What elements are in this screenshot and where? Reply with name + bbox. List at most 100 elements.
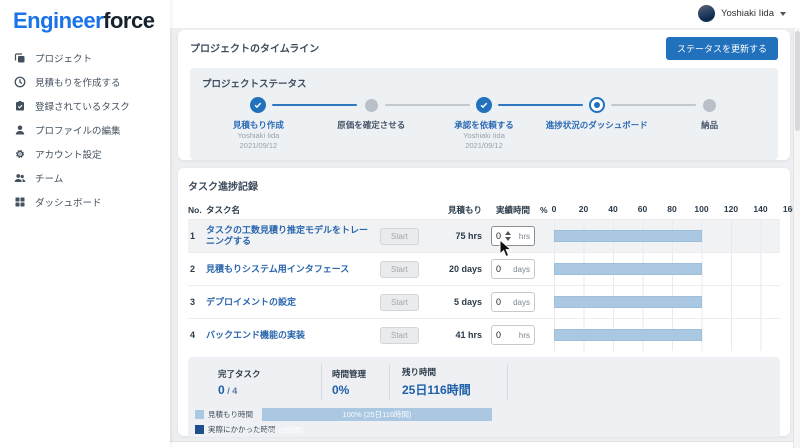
chart-axis: 0 20 40 60 80 100 120 140 160	[554, 204, 790, 216]
step-check-icon	[476, 97, 492, 113]
create-estimate-icon	[14, 76, 26, 88]
sidebar-item-registered-tasks[interactable]: 登録されているタスク	[0, 94, 170, 118]
task-estimate: 41 hrs	[440, 330, 486, 340]
sidebar-item-label: ダッシュボード	[35, 195, 102, 209]
user-avatar[interactable]	[698, 5, 715, 22]
task-no: 4	[188, 330, 206, 340]
completed-current: 0	[218, 383, 225, 397]
sidebar-item-label: 登録されているタスク	[35, 99, 130, 113]
actual-time-value: 0	[496, 330, 501, 340]
remaining-value: 25日116時間	[402, 381, 507, 398]
task-progress-card: タスク進捗記録 No. タスク名 見積もり 実績時間 % 0 20 40 60 …	[178, 168, 790, 436]
step-date: 2021/09/12	[465, 141, 503, 151]
sidebar-item-label: アカウント設定	[35, 147, 102, 161]
start-button[interactable]: Start	[380, 228, 419, 245]
actual-bar-text: 0% (0時間)	[266, 425, 303, 436]
user-name: Yoshiaki Iida	[721, 8, 774, 19]
summary-panel: 完了タスク 0 / 4 時間管理 0% 残り時間 25日116時間 見積もり時間…	[188, 357, 780, 437]
axis-tick: 20	[579, 204, 588, 214]
task-name-link[interactable]: タスクの工数見積り推定モデルをトレーニングする	[206, 225, 380, 247]
task-row: 4 バックエンド機能の実装 Start 41 hrs 0 hrs	[188, 318, 780, 351]
sidebar-item-projects[interactable]: プロジェクト	[0, 46, 170, 70]
task-row: 3 デプロイメントの設定 Start 5 days 0 days	[188, 285, 780, 318]
step-label: 原価を確定させる	[337, 119, 405, 131]
dashboard-icon	[14, 196, 26, 208]
task-estimate: 5 days	[440, 297, 486, 307]
axis-tick: 60	[638, 204, 647, 214]
task-estimate: 75 hrs	[440, 231, 486, 241]
legend-actual: 実際にかかった時間	[192, 424, 254, 435]
user-menu[interactable]: Yoshiaki Iida	[698, 5, 786, 22]
actual-time-input[interactable]: 0 hrs	[491, 226, 535, 246]
actual-time-input[interactable]: 0 hrs	[491, 325, 535, 345]
time-unit: hrs	[519, 331, 530, 340]
status-panel-title: プロジェクトステータス	[202, 76, 766, 90]
project-status-panel: プロジェクトステータス 見積もり作成 Yoshiaki Iida 2021/09…	[190, 68, 778, 160]
task-table-header: No. タスク名 見積もり 実績時間 % 0 20 40 60 80 100 1…	[188, 201, 780, 219]
actual-time-value: 0	[496, 264, 501, 274]
step-connector	[385, 104, 470, 106]
sidebar-item-label: プロファイルの編集	[35, 123, 121, 137]
task-no: 1	[188, 231, 206, 241]
team-icon	[14, 172, 26, 184]
step-connector	[611, 104, 696, 106]
sidebar-item-team[interactable]: チーム	[0, 166, 170, 190]
number-spinner[interactable]	[505, 231, 511, 241]
sidebar-item-account-settings[interactable]: アカウント設定	[0, 142, 170, 166]
start-button[interactable]: Start	[380, 327, 419, 344]
update-status-button[interactable]: ステータスを更新する	[666, 37, 778, 60]
step-label: 承認を依頼する	[454, 119, 514, 131]
task-name-link[interactable]: デプロイメントの設定	[206, 297, 380, 308]
col-name: タスク名	[206, 204, 380, 216]
gear-icon	[14, 148, 26, 160]
sidebar-item-create-estimate[interactable]: 見積もりを作成する	[0, 70, 170, 94]
legend-estimate-label: 見積もり時間	[208, 409, 253, 420]
step-assignee: Yoshiaki Iida	[463, 131, 505, 141]
actual-time-input[interactable]: 0 days	[491, 259, 535, 279]
scrollbar[interactable]	[793, 28, 800, 448]
legend-estimate-swatch-icon	[195, 410, 204, 419]
actual-time-input[interactable]: 0 days	[491, 292, 535, 312]
start-button[interactable]: Start	[380, 261, 419, 278]
brand-logo[interactable]: Engineerforce	[0, 0, 170, 46]
step-label: 見積もり作成	[233, 119, 284, 131]
registered-tasks-icon	[14, 100, 26, 112]
task-row: 1 タスクの工数見積り推定モデルをトレーニングする Start 75 hrs 0…	[188, 219, 780, 252]
estimate-bar-text: 100% (25日116時間)	[342, 409, 411, 420]
brand-logo-part2: force	[103, 8, 154, 33]
brand-logo-part1: Engineer	[13, 8, 103, 33]
progress-bar	[554, 263, 702, 275]
step-connector	[498, 104, 583, 106]
task-no: 2	[188, 264, 206, 274]
stat-label: 完了タスク	[218, 368, 321, 380]
sidebar-item-label: プロジェクト	[35, 51, 92, 65]
time-value: 0%	[332, 383, 389, 397]
axis-tick: 100	[694, 204, 708, 214]
sidebar-item-dashboard[interactable]: ダッシュボード	[0, 190, 170, 214]
task-no: 3	[188, 297, 206, 307]
time-unit: hrs	[519, 232, 530, 241]
axis-tick: 0	[552, 204, 557, 214]
actual-time-value: 0	[496, 297, 501, 307]
stat-label: 時間管理	[332, 368, 389, 380]
top-header: Yoshiaki Iida	[170, 0, 800, 28]
scrollbar-thumb[interactable]	[795, 31, 800, 131]
actual-bar-track: 0% (0時間)	[262, 423, 492, 436]
axis-tick: 80	[667, 204, 676, 214]
task-estimate: 20 days	[440, 264, 486, 274]
edit-profile-icon	[14, 124, 26, 136]
step-connector	[272, 104, 357, 106]
task-card-title: タスク進捗記録	[188, 178, 780, 193]
page-footer	[170, 441, 793, 448]
legend-actual-swatch-icon	[195, 425, 204, 434]
stat-remaining-time: 残り時間 25日116時間	[390, 364, 508, 400]
stat-time-management: 時間管理 0%	[322, 364, 390, 400]
task-name-link[interactable]: バックエンド機能の実装	[206, 330, 380, 341]
start-button[interactable]: Start	[380, 294, 419, 311]
status-stepper: 見積もり作成 Yoshiaki Iida 2021/09/12 原価を確定させる…	[202, 97, 766, 151]
step-check-icon	[250, 97, 266, 113]
task-name-link[interactable]: 見積もりシステム用インタフェース	[206, 264, 380, 275]
timeline-card: プロジェクトのタイムライン ステータスを更新する プロジェクトステータス 見積も…	[178, 30, 790, 160]
sidebar-item-edit-profile[interactable]: プロファイルの編集	[0, 118, 170, 142]
task-row: 2 見積もりシステム用インタフェース Start 20 days 0 days	[188, 252, 780, 285]
